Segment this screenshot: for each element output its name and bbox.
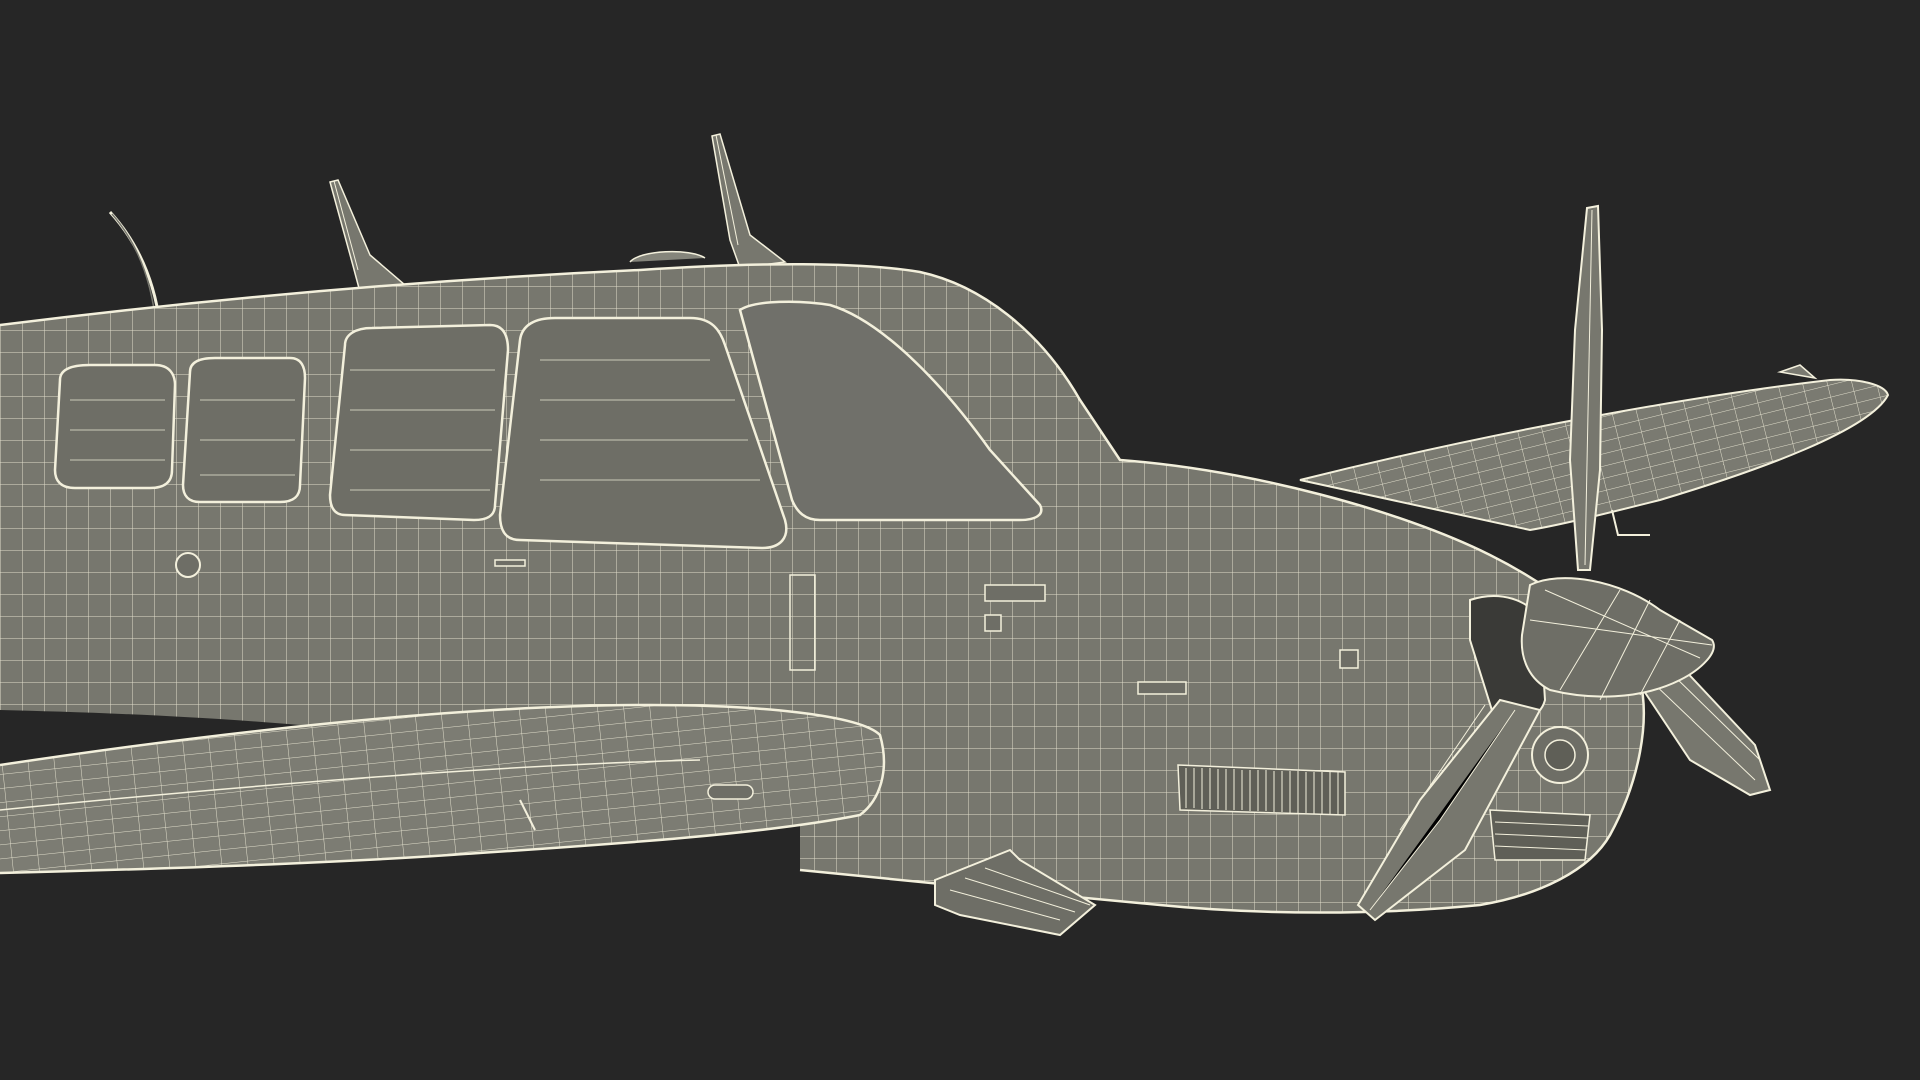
fuel-cap-icon	[175, 552, 201, 578]
pitot-tube	[1611, 509, 1650, 536]
engine-vent	[1177, 764, 1346, 816]
aircraft-wireframe-render	[0, 133, 1890, 937]
antenna-middle	[329, 179, 407, 293]
antenna-front	[711, 133, 787, 269]
window-middle	[181, 356, 307, 504]
near-wing	[0, 703, 886, 875]
window-rear	[53, 363, 177, 490]
render-viewport	[0, 0, 1920, 1080]
window-cabin	[328, 323, 510, 522]
